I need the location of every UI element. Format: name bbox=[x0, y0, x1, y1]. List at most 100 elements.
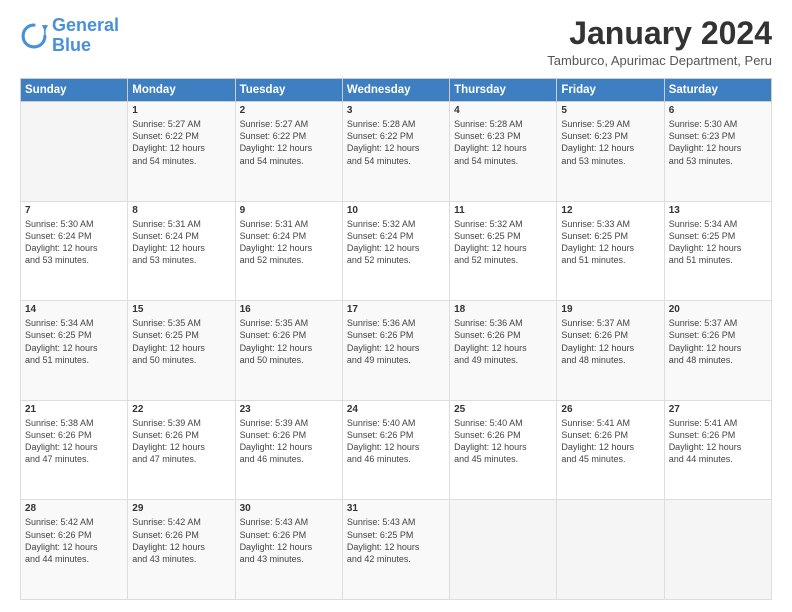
calendar-cell: 27 Sunrise: 5:41 AM Sunset: 6:26 PM Dayli… bbox=[664, 400, 771, 500]
cell-content: Sunrise: 5:38 AM Sunset: 6:26 PM Dayligh… bbox=[25, 417, 123, 466]
calendar-cell: 15 Sunrise: 5:35 AM Sunset: 6:25 PM Dayli… bbox=[128, 301, 235, 401]
calendar-cell: 16 Sunrise: 5:35 AM Sunset: 6:26 PM Dayli… bbox=[235, 301, 342, 401]
calendar-cell: 5Sunrise: 5:29 AM Sunset: 6:23 PM Daylig… bbox=[557, 102, 664, 202]
day-number: 3 bbox=[347, 105, 445, 116]
cell-content: Sunrise: 5:29 AM Sunset: 6:23 PM Dayligh… bbox=[561, 118, 659, 167]
logo-line1: General bbox=[52, 15, 119, 35]
cell-content: Sunrise: 5:34 AM Sunset: 6:25 PM Dayligh… bbox=[669, 218, 767, 267]
calendar-cell bbox=[450, 500, 557, 600]
title-area: January 2024 Tamburco, Apurimac Departme… bbox=[547, 16, 772, 68]
day-number: 14 bbox=[25, 304, 123, 315]
header-row: SundayMondayTuesdayWednesdayThursdayFrid… bbox=[21, 79, 772, 102]
day-number: 16 bbox=[240, 304, 338, 315]
day-number: 30 bbox=[240, 503, 338, 514]
cell-content: Sunrise: 5:36 AM Sunset: 6:26 PM Dayligh… bbox=[347, 317, 445, 366]
header-cell-monday: Monday bbox=[128, 79, 235, 102]
cell-content: Sunrise: 5:40 AM Sunset: 6:26 PM Dayligh… bbox=[454, 417, 552, 466]
day-number: 19 bbox=[561, 304, 659, 315]
day-number: 2 bbox=[240, 105, 338, 116]
calendar-week-4: 28Sunrise: 5:42 AM Sunset: 6:26 PM Dayli… bbox=[21, 500, 772, 600]
day-number: 6 bbox=[669, 105, 767, 116]
calendar-cell: 29 Sunrise: 5:42 AM Sunset: 6:26 PM Dayli… bbox=[128, 500, 235, 600]
cell-content: Sunrise: 5:35 AM Sunset: 6:26 PM Dayligh… bbox=[240, 317, 338, 366]
day-number: 20 bbox=[669, 304, 767, 315]
logo: General Blue bbox=[20, 16, 119, 56]
calendar-cell bbox=[21, 102, 128, 202]
cell-content: Sunrise: 5:41 AM Sunset: 6:26 PM Dayligh… bbox=[561, 417, 659, 466]
calendar-cell: 4Sunrise: 5:28 AM Sunset: 6:23 PM Daylig… bbox=[450, 102, 557, 202]
day-number: 15 bbox=[132, 304, 230, 315]
calendar-cell: 21 Sunrise: 5:38 AM Sunset: 6:26 PM Dayli… bbox=[21, 400, 128, 500]
header-cell-friday: Friday bbox=[557, 79, 664, 102]
cell-content: Sunrise: 5:36 AM Sunset: 6:26 PM Dayligh… bbox=[454, 317, 552, 366]
cell-content: Sunrise: 5:41 AM Sunset: 6:26 PM Dayligh… bbox=[669, 417, 767, 466]
calendar-body: 1Sunrise: 5:27 AM Sunset: 6:22 PM Daylig… bbox=[21, 102, 772, 600]
cell-content: Sunrise: 5:35 AM Sunset: 6:25 PM Dayligh… bbox=[132, 317, 230, 366]
cell-content: Sunrise: 5:28 AM Sunset: 6:22 PM Dayligh… bbox=[347, 118, 445, 167]
header-cell-saturday: Saturday bbox=[664, 79, 771, 102]
day-number: 27 bbox=[669, 404, 767, 415]
calendar-cell bbox=[664, 500, 771, 600]
day-number: 31 bbox=[347, 503, 445, 514]
calendar-cell: 9Sunrise: 5:31 AM Sunset: 6:24 PM Daylig… bbox=[235, 201, 342, 301]
cell-content: Sunrise: 5:27 AM Sunset: 6:22 PM Dayligh… bbox=[240, 118, 338, 167]
day-number: 11 bbox=[454, 205, 552, 216]
cell-content: Sunrise: 5:42 AM Sunset: 6:26 PM Dayligh… bbox=[132, 516, 230, 565]
calendar-table: SundayMondayTuesdayWednesdayThursdayFrid… bbox=[20, 78, 772, 600]
day-number: 17 bbox=[347, 304, 445, 315]
calendar-cell: 3 Sunrise: 5:28 AM Sunset: 6:22 PM Daylig… bbox=[342, 102, 449, 202]
calendar-cell: 8 Sunrise: 5:31 AM Sunset: 6:24 PM Daylig… bbox=[128, 201, 235, 301]
day-number: 25 bbox=[454, 404, 552, 415]
calendar-cell: 28Sunrise: 5:42 AM Sunset: 6:26 PM Dayli… bbox=[21, 500, 128, 600]
header-cell-sunday: Sunday bbox=[21, 79, 128, 102]
cell-content: Sunrise: 5:33 AM Sunset: 6:25 PM Dayligh… bbox=[561, 218, 659, 267]
calendar-cell bbox=[557, 500, 664, 600]
cell-content: Sunrise: 5:32 AM Sunset: 6:25 PM Dayligh… bbox=[454, 218, 552, 267]
logo-text: General Blue bbox=[52, 16, 119, 56]
calendar-cell: 25 Sunrise: 5:40 AM Sunset: 6:26 PM Dayli… bbox=[450, 400, 557, 500]
cell-content: Sunrise: 5:30 AM Sunset: 6:23 PM Dayligh… bbox=[669, 118, 767, 167]
calendar-cell: 11 Sunrise: 5:32 AM Sunset: 6:25 PM Dayli… bbox=[450, 201, 557, 301]
day-number: 7 bbox=[25, 205, 123, 216]
cell-content: Sunrise: 5:39 AM Sunset: 6:26 PM Dayligh… bbox=[132, 417, 230, 466]
calendar-cell: 2 Sunrise: 5:27 AM Sunset: 6:22 PM Daylig… bbox=[235, 102, 342, 202]
cell-content: Sunrise: 5:37 AM Sunset: 6:26 PM Dayligh… bbox=[669, 317, 767, 366]
day-number: 8 bbox=[132, 205, 230, 216]
day-number: 4 bbox=[454, 105, 552, 116]
page: General Blue January 2024 Tamburco, Apur… bbox=[0, 0, 792, 612]
calendar-cell: 13 Sunrise: 5:34 AM Sunset: 6:25 PM Dayli… bbox=[664, 201, 771, 301]
logo-line2: Blue bbox=[52, 35, 91, 55]
day-number: 21 bbox=[25, 404, 123, 415]
calendar-header: SundayMondayTuesdayWednesdayThursdayFrid… bbox=[21, 79, 772, 102]
day-number: 29 bbox=[132, 503, 230, 514]
month-title: January 2024 bbox=[547, 16, 772, 51]
calendar-cell: 24Sunrise: 5:40 AM Sunset: 6:26 PM Dayli… bbox=[342, 400, 449, 500]
day-number: 10 bbox=[347, 205, 445, 216]
cell-content: Sunrise: 5:32 AM Sunset: 6:24 PM Dayligh… bbox=[347, 218, 445, 267]
calendar-cell: 10 Sunrise: 5:32 AM Sunset: 6:24 PM Dayli… bbox=[342, 201, 449, 301]
day-number: 26 bbox=[561, 404, 659, 415]
day-number: 13 bbox=[669, 205, 767, 216]
calendar-cell: 7 Sunrise: 5:30 AM Sunset: 6:24 PM Daylig… bbox=[21, 201, 128, 301]
calendar-cell: 26 Sunrise: 5:41 AM Sunset: 6:26 PM Dayli… bbox=[557, 400, 664, 500]
calendar-cell: 30 Sunrise: 5:43 AM Sunset: 6:26 PM Dayli… bbox=[235, 500, 342, 600]
cell-content: Sunrise: 5:30 AM Sunset: 6:24 PM Dayligh… bbox=[25, 218, 123, 267]
calendar-week-3: 21 Sunrise: 5:38 AM Sunset: 6:26 PM Dayli… bbox=[21, 400, 772, 500]
cell-content: Sunrise: 5:39 AM Sunset: 6:26 PM Dayligh… bbox=[240, 417, 338, 466]
cell-content: Sunrise: 5:31 AM Sunset: 6:24 PM Dayligh… bbox=[132, 218, 230, 267]
calendar-cell: 20 Sunrise: 5:37 AM Sunset: 6:26 PM Dayli… bbox=[664, 301, 771, 401]
calendar-cell: 22Sunrise: 5:39 AM Sunset: 6:26 PM Dayli… bbox=[128, 400, 235, 500]
calendar-cell: 18Sunrise: 5:36 AM Sunset: 6:26 PM Dayli… bbox=[450, 301, 557, 401]
day-number: 24 bbox=[347, 404, 445, 415]
day-number: 12 bbox=[561, 205, 659, 216]
cell-content: Sunrise: 5:27 AM Sunset: 6:22 PM Dayligh… bbox=[132, 118, 230, 167]
day-number: 9 bbox=[240, 205, 338, 216]
cell-content: Sunrise: 5:43 AM Sunset: 6:26 PM Dayligh… bbox=[240, 516, 338, 565]
calendar-cell: 1Sunrise: 5:27 AM Sunset: 6:22 PM Daylig… bbox=[128, 102, 235, 202]
calendar-cell: 6 Sunrise: 5:30 AM Sunset: 6:23 PM Daylig… bbox=[664, 102, 771, 202]
calendar-cell: 14Sunrise: 5:34 AM Sunset: 6:25 PM Dayli… bbox=[21, 301, 128, 401]
calendar-cell: 17 Sunrise: 5:36 AM Sunset: 6:26 PM Dayli… bbox=[342, 301, 449, 401]
cell-content: Sunrise: 5:37 AM Sunset: 6:26 PM Dayligh… bbox=[561, 317, 659, 366]
header: General Blue January 2024 Tamburco, Apur… bbox=[20, 16, 772, 68]
cell-content: Sunrise: 5:43 AM Sunset: 6:25 PM Dayligh… bbox=[347, 516, 445, 565]
